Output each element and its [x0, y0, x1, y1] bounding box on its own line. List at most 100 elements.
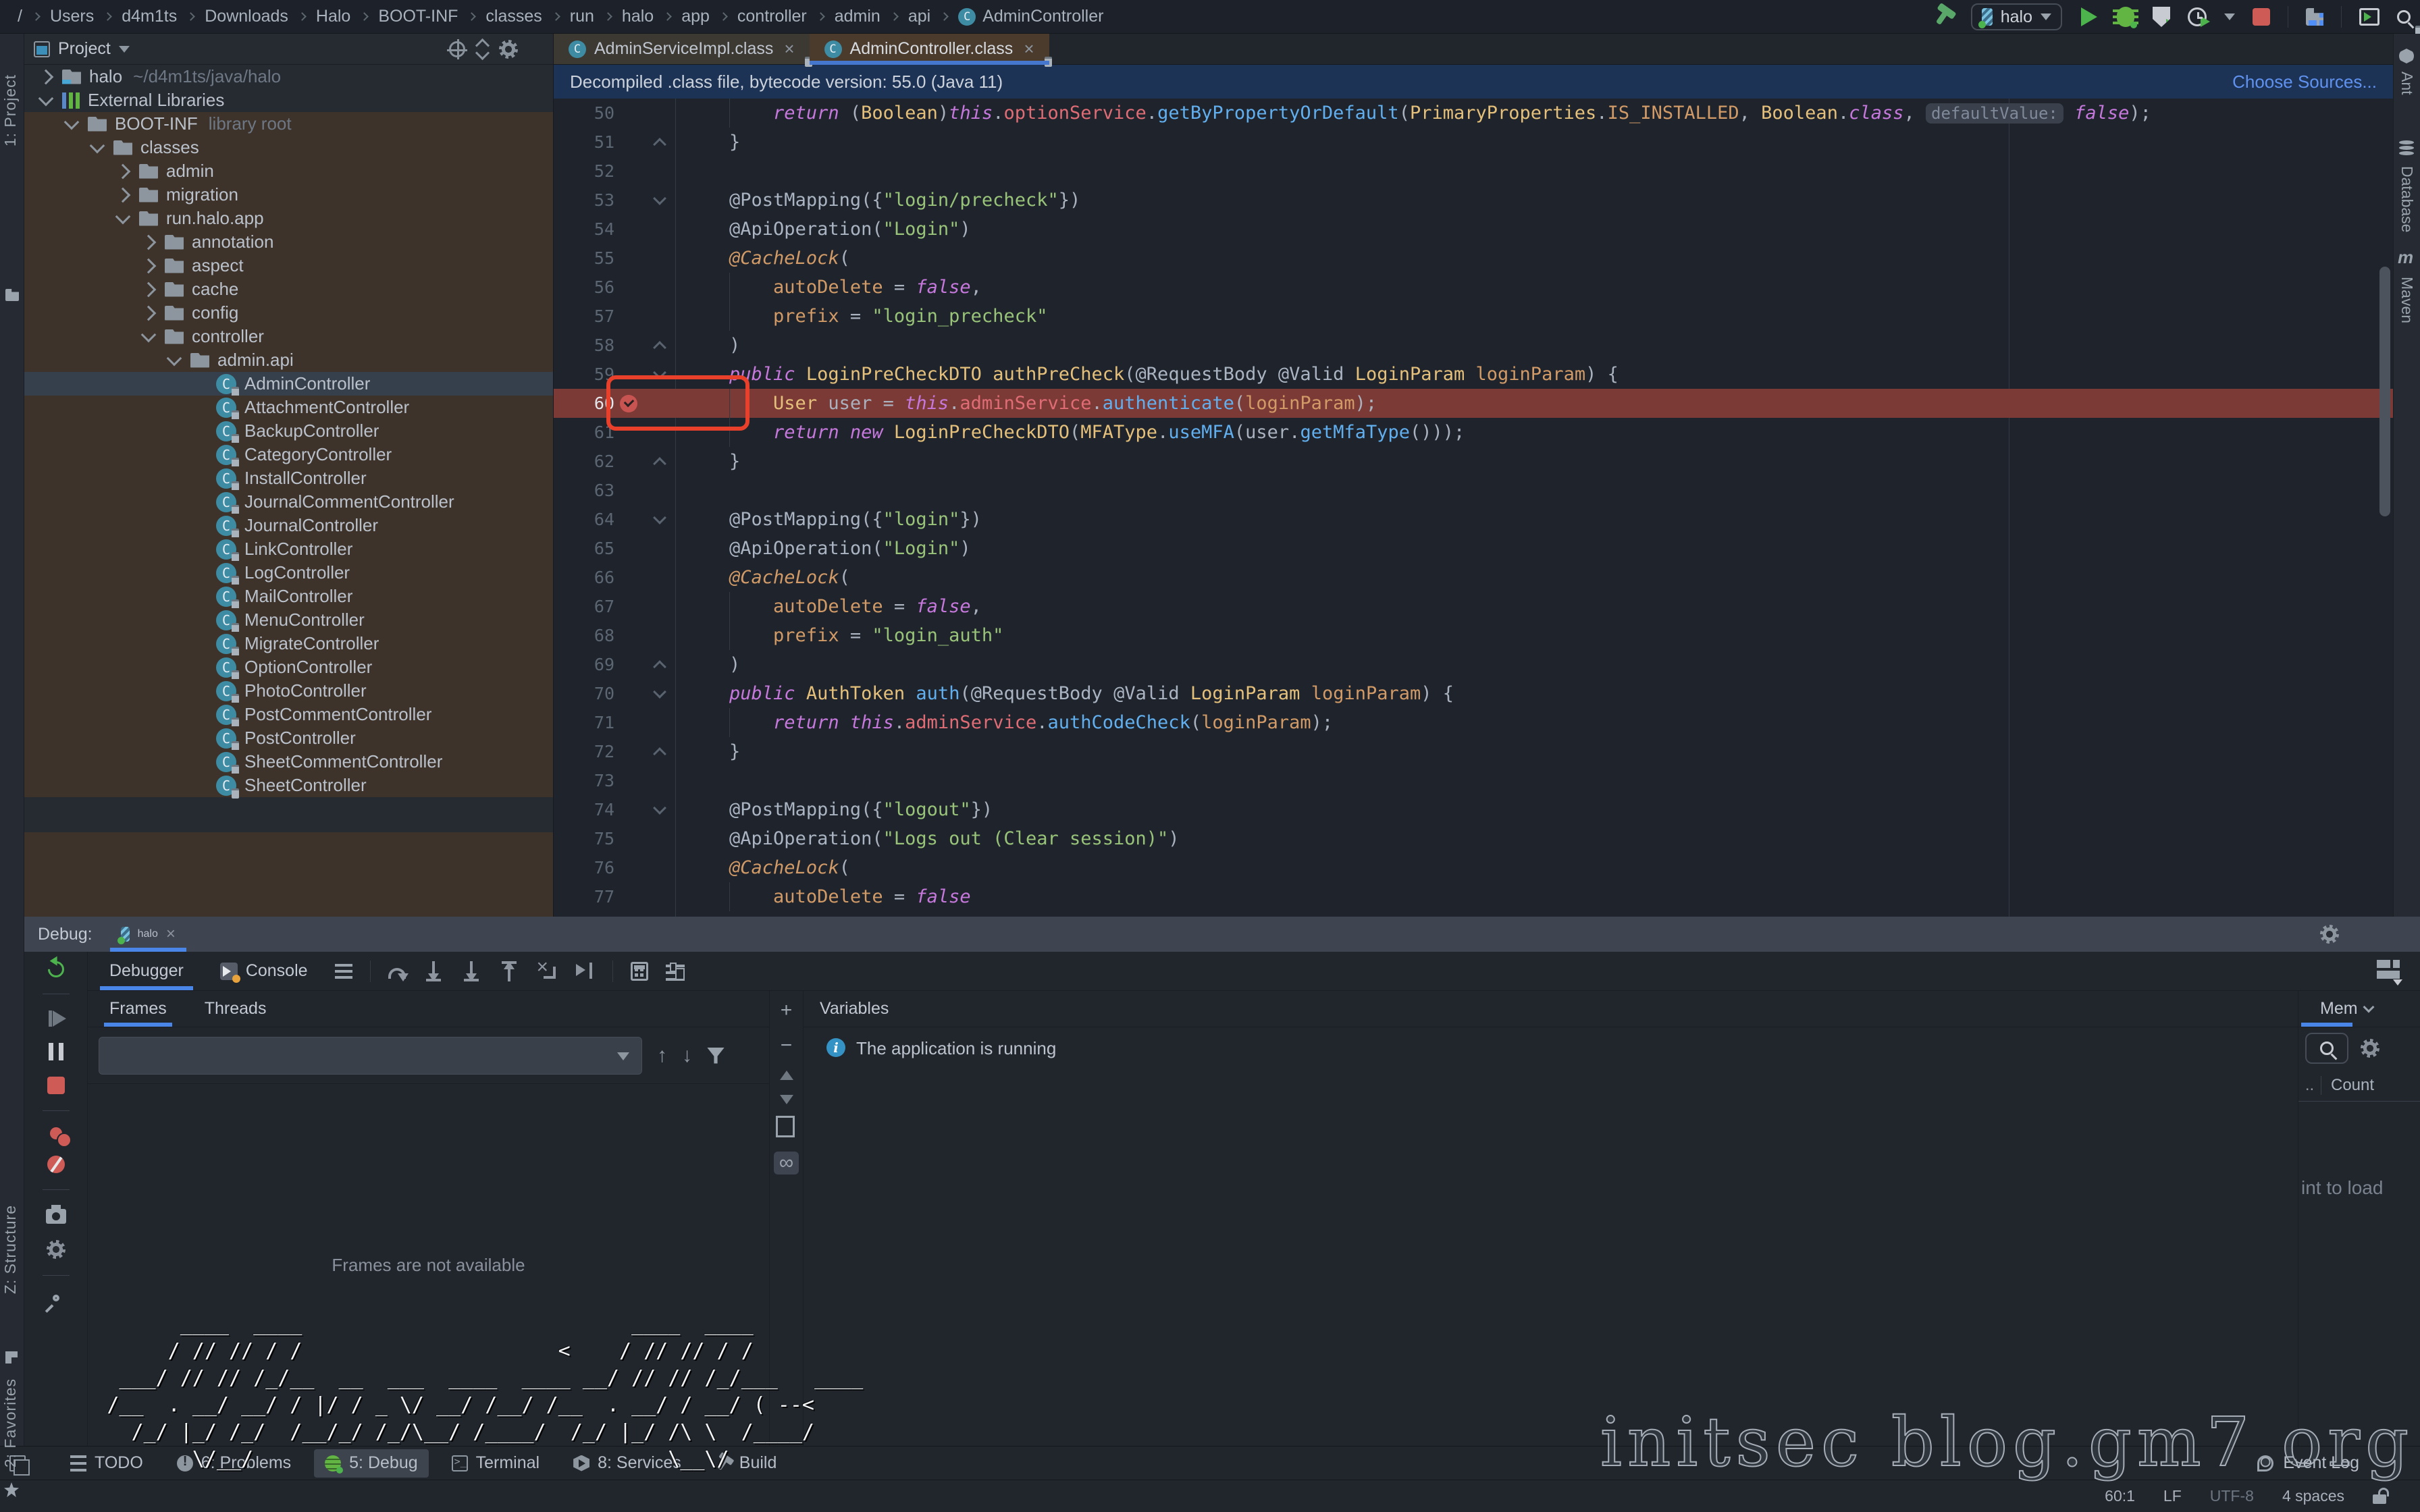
tree-item[interactable]: cache — [24, 277, 553, 301]
tree-item[interactable]: External Libraries — [24, 88, 553, 112]
chevron-right-icon[interactable] — [115, 163, 131, 179]
memory-column-count[interactable]: Count — [2321, 1076, 2374, 1095]
line-number[interactable]: 65 — [554, 534, 614, 563]
close-icon[interactable]: × — [1024, 38, 1034, 59]
fold-start-icon[interactable] — [653, 685, 666, 699]
line-number[interactable]: 62 — [554, 447, 614, 476]
code-line[interactable]: 69 ) — [554, 650, 2393, 679]
gutter-breakpoint-area[interactable] — [614, 737, 644, 766]
code-line[interactable]: 77 autoDelete = false — [554, 882, 2393, 911]
step-out-icon[interactable] — [499, 961, 519, 981]
gutter-breakpoint-area[interactable] — [614, 128, 644, 157]
memory-settings-icon[interactable] — [2361, 1039, 2379, 1058]
tool-tab-favorites[interactable]: 2: Favorites — [1, 1378, 20, 1467]
line-number[interactable]: 76 — [554, 853, 614, 882]
fold-end-icon[interactable] — [653, 341, 666, 354]
fold-start-icon[interactable] — [653, 801, 666, 815]
chevron-down-icon[interactable] — [38, 90, 54, 106]
tree-item[interactable]: BOOT-INFlibrary root — [24, 112, 553, 136]
tool-tab-ant[interactable]: Ant — [2398, 72, 2416, 95]
run-anything-icon[interactable] — [2359, 8, 2379, 26]
editor-scrollbar[interactable] — [2379, 267, 2390, 516]
tool-window-button-terminal[interactable]: Terminal — [441, 1449, 550, 1478]
project-view-chevron-icon[interactable] — [119, 46, 130, 53]
fold-end-icon[interactable] — [653, 457, 666, 470]
tree-item[interactable]: CInstallController — [24, 466, 553, 490]
maven-icon[interactable]: m — [2398, 247, 2413, 268]
tab-console[interactable]: Console — [211, 952, 317, 990]
pause-icon[interactable] — [49, 1043, 63, 1060]
line-number[interactable]: 70 — [554, 679, 614, 708]
frame-up-icon[interactable]: ↑ — [657, 1044, 667, 1067]
line-number[interactable]: 63 — [554, 476, 614, 505]
debug-settings-icon[interactable] — [2320, 925, 2339, 944]
stop-button[interactable] — [2253, 8, 2270, 26]
resume-icon[interactable] — [53, 1010, 66, 1027]
chevron-right-icon[interactable] — [141, 281, 157, 297]
code-line[interactable]: 75 @ApiOperation("Logs out (Clear sessio… — [554, 824, 2393, 853]
fold-end-icon[interactable] — [653, 138, 666, 151]
tree-item[interactable]: CAttachmentController — [24, 396, 553, 419]
chevron-right-icon[interactable] — [141, 305, 157, 321]
code-line[interactable]: 63 — [554, 476, 2393, 505]
tree-item[interactable]: run.halo.app — [24, 207, 553, 230]
breadcrumb-item[interactable]: Downloads — [205, 7, 288, 26]
chevron-down-icon[interactable] — [167, 350, 182, 366]
move-up-icon[interactable] — [780, 1071, 793, 1080]
gutter-breakpoint-area[interactable] — [614, 157, 644, 186]
gutter-breakpoint-area[interactable] — [614, 766, 644, 795]
line-number[interactable]: 77 — [554, 882, 614, 911]
fold-end-icon[interactable] — [653, 660, 666, 674]
status-item[interactable]: 60:1 — [2105, 1487, 2135, 1505]
breadcrumb-item[interactable]: run — [570, 7, 594, 26]
step-into-icon[interactable] — [423, 961, 444, 981]
line-number[interactable]: 58 — [554, 331, 614, 360]
chevron-right-icon[interactable] — [38, 69, 54, 84]
event-log[interactable]: Event Log — [2257, 1453, 2359, 1473]
tool-window-button-problems[interactable]: 6: Problems — [166, 1449, 302, 1478]
line-number[interactable]: 78 — [554, 911, 614, 917]
code-line[interactable]: 61 return new LoginPreCheckDTO(MFAType.u… — [554, 418, 2393, 447]
line-number[interactable]: 53 — [554, 186, 614, 215]
line-number[interactable]: 57 — [554, 302, 614, 331]
tree-item[interactable]: aspect — [24, 254, 553, 277]
collapse-all-icon[interactable] — [473, 40, 491, 58]
build-icon[interactable] — [1936, 9, 1949, 25]
tree-item[interactable]: admin.api — [24, 348, 553, 372]
code-line[interactable]: 60 User user = this.adminService.authent… — [554, 389, 2393, 418]
gutter-breakpoint-area[interactable] — [614, 331, 644, 360]
locate-file-icon[interactable] — [449, 41, 465, 57]
tool-tab-database[interactable]: Database — [2398, 166, 2416, 232]
editor-tab[interactable]: CAdminServiceImpl.class× — [554, 34, 810, 64]
breadcrumb-item[interactable]: BOOT-INF — [378, 7, 458, 26]
line-number[interactable]: 61 — [554, 418, 614, 447]
tree-item[interactable]: CMigrateController — [24, 632, 553, 655]
tree-item[interactable]: CAdminController — [24, 372, 553, 396]
memory-column-class[interactable]: .. — [2298, 1076, 2321, 1095]
tree-item[interactable]: classes — [24, 136, 553, 159]
tool-tab-maven[interactable]: Maven — [2398, 277, 2416, 323]
grid-icon[interactable] — [5, 1351, 18, 1364]
tree-item[interactable]: CPostCommentController — [24, 703, 553, 726]
project-structure-icon[interactable] — [2306, 8, 2323, 26]
layout-settings-icon[interactable] — [2377, 960, 2400, 979]
gutter-breakpoint-area[interactable] — [614, 882, 644, 911]
gutter-breakpoint-area[interactable] — [614, 708, 644, 737]
remove-watch-icon[interactable]: − — [781, 1035, 793, 1056]
code-line[interactable]: 59 public LoginPreCheckDTO authPreCheck(… — [554, 360, 2393, 389]
line-number[interactable]: 66 — [554, 563, 614, 592]
fold-end-icon[interactable] — [653, 747, 666, 761]
force-step-into-icon[interactable] — [461, 961, 481, 981]
gear-icon[interactable] — [499, 40, 518, 59]
memory-header[interactable]: Mem — [2298, 991, 2420, 1027]
breadcrumb-item[interactable]: api — [908, 7, 930, 26]
breadcrumb-item[interactable]: CAdminController — [958, 7, 1103, 26]
gutter-breakpoint-area[interactable] — [614, 534, 644, 563]
run-config-selector[interactable]: halo — [1971, 3, 2062, 30]
project-panel-title[interactable]: Project — [58, 39, 111, 59]
unlock-icon[interactable] — [2373, 1494, 2386, 1504]
line-number[interactable]: 50 — [554, 99, 614, 128]
code-line[interactable]: 62 } — [554, 447, 2393, 476]
tree-item[interactable]: config — [24, 301, 553, 325]
options-menu-icon[interactable] — [335, 964, 352, 967]
